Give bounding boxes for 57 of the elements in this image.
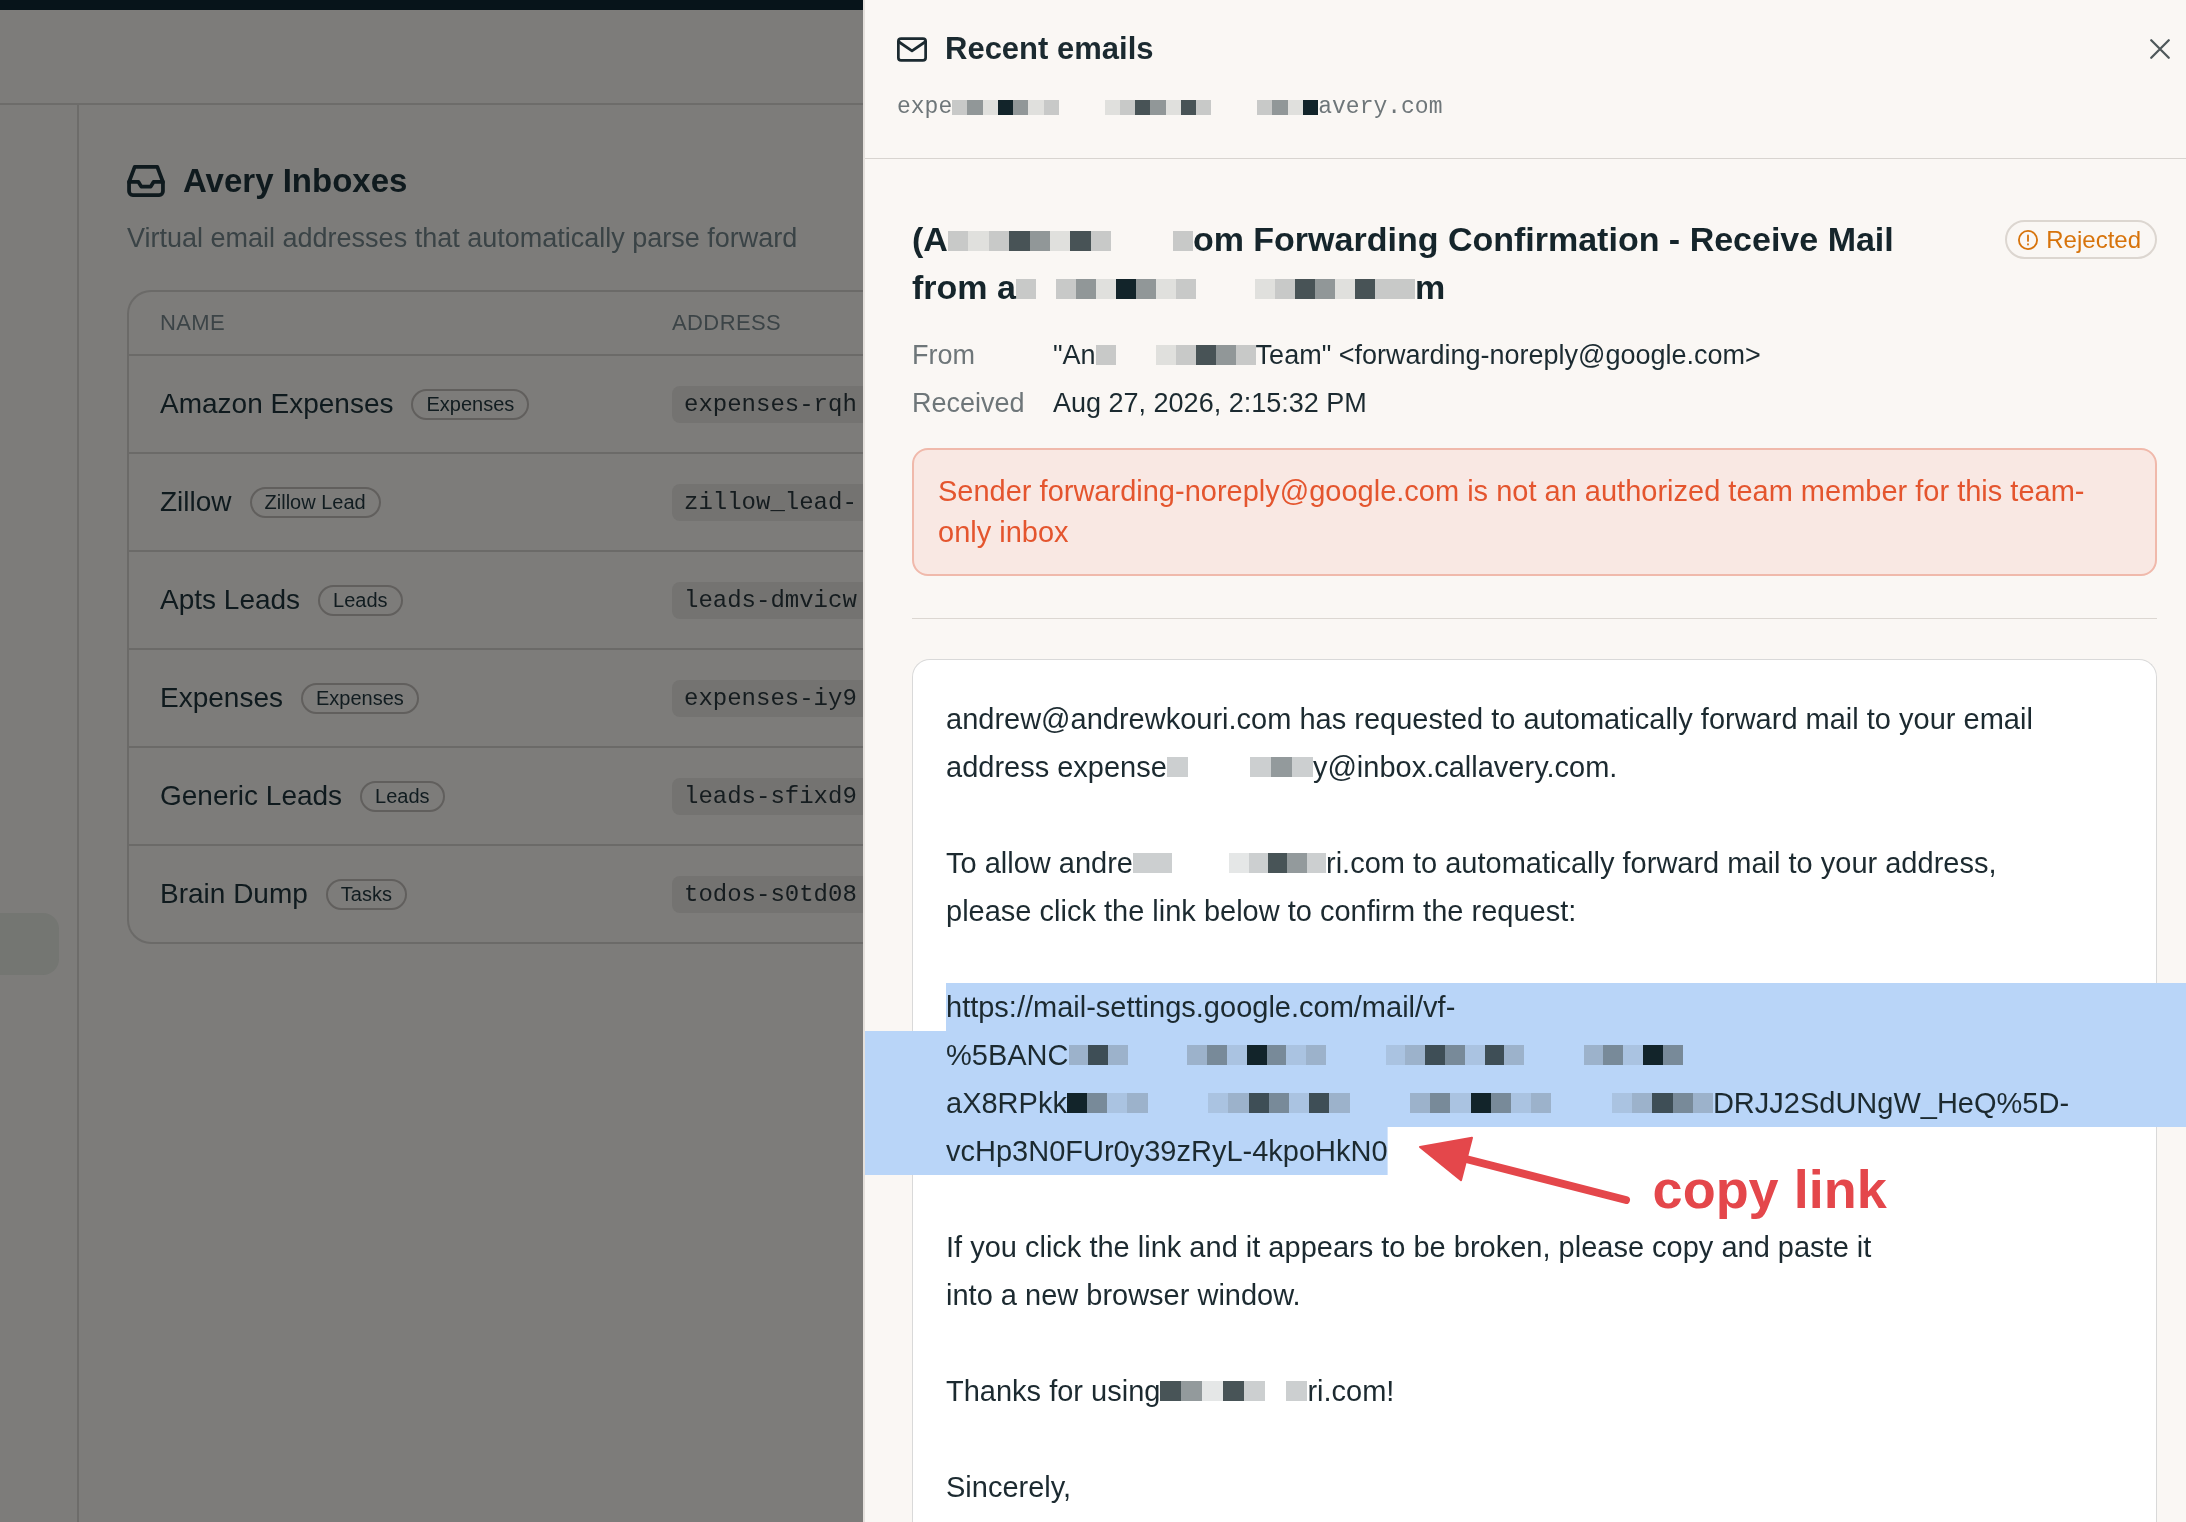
email-subject: m [1414, 268, 1446, 306]
confirmation-link[interactable]: %5BANC [946, 1039, 1069, 1071]
confirmation-link[interactable]: vcHp3N0FUr0y39zRyL-4kpoHkN0 [946, 1135, 1388, 1167]
category-tag: Zillow Lead [249, 486, 381, 518]
inbox-address: expenses-iy9 [672, 679, 863, 717]
inbox-name: Apts Leads [160, 584, 301, 616]
close-icon [2150, 39, 2170, 59]
alert-circle-icon [2018, 229, 2039, 250]
confirmation-link[interactable]: aX8RPkk [946, 1087, 1067, 1119]
email-text: Thanks for using [946, 1375, 1161, 1407]
inbox-address: zillow_lead- [672, 483, 863, 521]
envelope-icon [897, 36, 927, 62]
email-subject: (A [912, 220, 948, 258]
column-header: NAME [160, 310, 227, 336]
inbox-name: Expenses [160, 682, 283, 714]
confirmation-link[interactable]: DRJJ2SdUNgW_HeQ%5D- [1712, 1087, 2070, 1119]
confirmation-link[interactable]: https://mail-settings.google.com/mail/vf- [946, 991, 1456, 1023]
inbox-address: expe [897, 94, 953, 120]
category-tag: Leads [360, 780, 445, 812]
field-label: Received [912, 387, 1026, 419]
email-subject: from a [912, 268, 1016, 306]
email-text: y@inbox.callavery.com. [1312, 751, 1618, 783]
email-subject: om Forwarding Confirmation - Receive Mail [1192, 220, 1894, 258]
inbox-name: Brain Dump [160, 878, 308, 910]
category-tag: Tasks [325, 878, 407, 910]
email-text: address expense [946, 751, 1167, 783]
category-tag: Leads [318, 584, 403, 616]
inbox-address: expenses-rqh [672, 385, 863, 423]
email-text: ri.com! [1307, 1375, 1395, 1407]
status-text: Rejected [2046, 225, 2141, 254]
error-message: Sender forwarding-noreply@google.com is not an authorized team member for this team-only inbox [912, 448, 2157, 576]
email-text: andrew@andrewkouri.com has requested to automatically forward mail to your email [946, 703, 2033, 735]
inbox-name: Amazon Expenses [160, 388, 394, 420]
category-tag: Expenses [300, 682, 419, 714]
inbox-address: avery.com [1318, 94, 1443, 120]
page-title: Avery Inboxes [183, 162, 408, 200]
page-subtitle: Virtual email addresses that automatically parse forward [127, 222, 799, 255]
field-value: Team" <forwarding-noreply@google.com> [1255, 339, 1761, 371]
email-text: ri.com to automatically forward mail to your address, [1326, 847, 1997, 879]
close-button[interactable] [2150, 39, 2170, 59]
email-paragraph: Sincerely, [946, 1470, 1073, 1505]
email-paragraph: If you click the link and it appears to be broken, please copy and paste it into a new browser window. [946, 1230, 1873, 1313]
annotation-label: copy link [1652, 1158, 1887, 1220]
inbox-name: Zillow [160, 486, 232, 518]
inbox-name: Generic Leads [160, 780, 343, 812]
email-text: To allow andre [946, 847, 1133, 879]
field-value: Aug 27, 2026, 2:15:32 PM [1053, 387, 1367, 419]
category-tag: Expenses [411, 388, 530, 420]
email-text: please click the link below to confirm the request: [946, 895, 1577, 927]
inbox-address: leads-dmvicw [672, 581, 863, 619]
field-label: From [912, 339, 976, 371]
inbox-address: todos-s0td08 [672, 875, 863, 913]
inbox-address: leads-sfixd9 [672, 777, 863, 815]
column-header: ADDRESS [672, 310, 783, 336]
inbox-tray-icon [127, 165, 165, 197]
field-value: "An [1053, 339, 1096, 371]
drawer-title: Recent emails [945, 31, 1154, 67]
